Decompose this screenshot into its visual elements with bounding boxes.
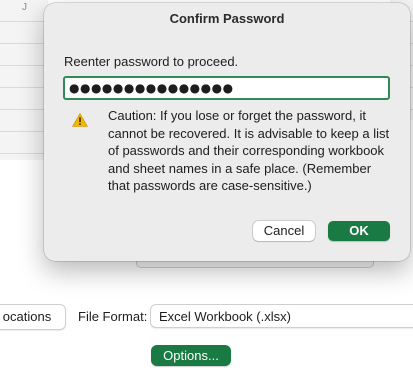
file-format-label: File Format: bbox=[78, 309, 148, 324]
confirm-password-dialog: Confirm Password Reenter password to pro… bbox=[44, 3, 410, 261]
dialog-title: Confirm Password bbox=[169, 11, 285, 26]
caution-text: Caution: If you lose or forget the passw… bbox=[108, 108, 390, 193]
spreadsheet-grid: J bbox=[0, 0, 48, 160]
dialog-prompt: Reenter password to proceed. bbox=[64, 54, 239, 69]
cancel-button[interactable]: Cancel bbox=[253, 221, 315, 241]
column-letter: J bbox=[22, 2, 27, 13]
locations-button[interactable]: ocations bbox=[0, 304, 66, 330]
file-format-select[interactable]: Excel Workbook (.xlsx) bbox=[150, 304, 413, 328]
options-button[interactable]: Options... bbox=[151, 345, 231, 366]
warning-triangle-icon bbox=[72, 113, 88, 127]
password-field[interactable]: ●●●●●●●●●●●●●●● bbox=[63, 76, 390, 100]
ok-button[interactable]: OK bbox=[328, 221, 390, 241]
